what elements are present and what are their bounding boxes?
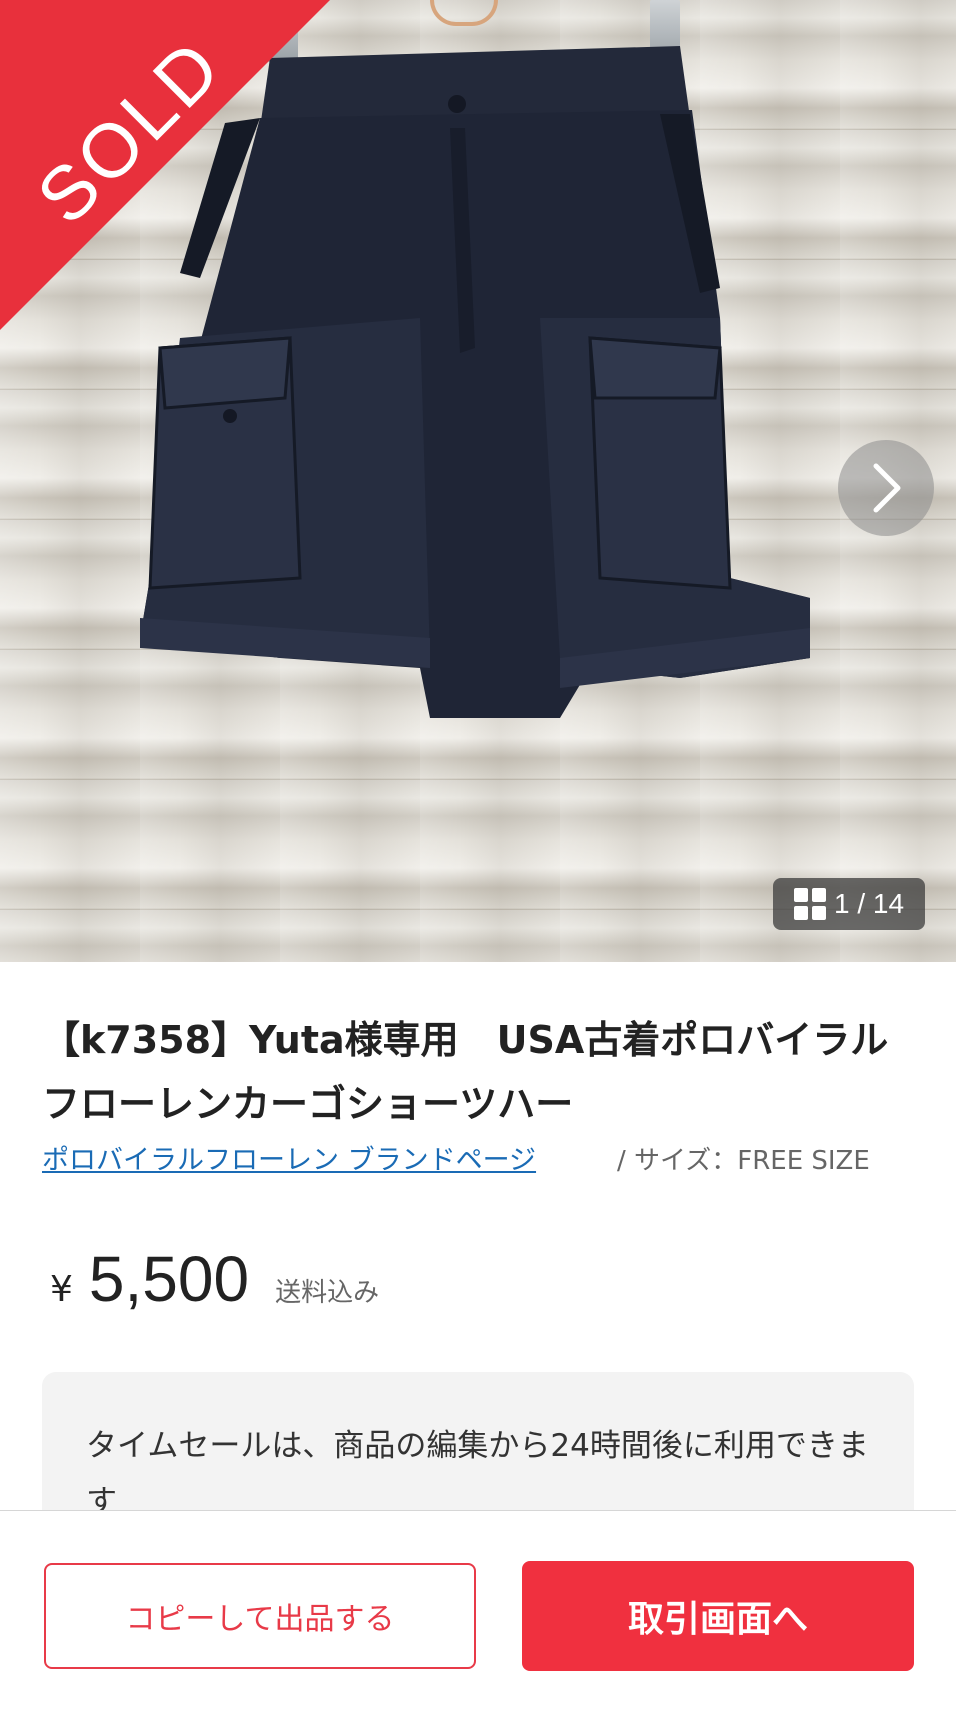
go-to-transaction-button[interactable]: 取引画面へ xyxy=(522,1561,914,1671)
image-counter-text: 1 / 14 xyxy=(833,888,905,919)
grid-icon xyxy=(793,888,826,920)
price-value: 5,500 xyxy=(88,1243,250,1315)
product-image[interactable]: SOLD 1 / 14 xyxy=(0,0,956,962)
image-counter[interactable]: 1 / 14 xyxy=(773,878,925,930)
cargo-shorts-photo xyxy=(140,46,810,718)
chevron-right-icon xyxy=(873,463,901,513)
size-label: / サイズ：FREE SIZE xyxy=(617,1146,870,1176)
brand-size-row: ポロバイラルフローレン ブランドページ / サイズ：FREE SIZE xyxy=(42,1138,922,1184)
shipping-label: 送料込み xyxy=(275,1278,380,1308)
product-title: 【k7358】Yuta様専用 USA古着ポロバイラルフローレンカーゴショーツハー xyxy=(42,1018,889,1126)
currency-symbol: ¥ xyxy=(50,1269,73,1310)
price-row: ¥ 5,500 送料込み xyxy=(50,1242,379,1316)
bottom-action-bar: コピーして出品する 取引画面へ xyxy=(0,1510,956,1714)
copy-and-list-button[interactable]: コピーして出品する xyxy=(44,1563,476,1669)
next-image-button[interactable] xyxy=(838,440,934,536)
brand-page-link[interactable]: ポロバイラルフローレン ブランドページ xyxy=(42,1138,602,1184)
